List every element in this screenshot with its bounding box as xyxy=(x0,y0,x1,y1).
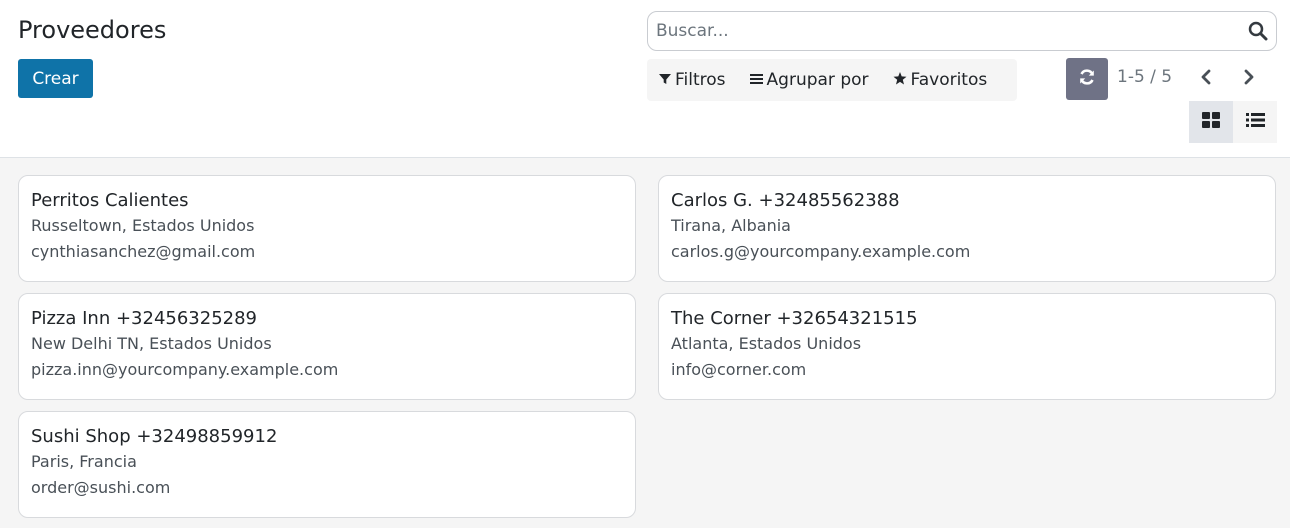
card-location: Tirana, Albania xyxy=(671,216,791,235)
create-button[interactable]: Crear xyxy=(18,59,93,98)
search-options-bar: Filtros Agrupar por Favoritos xyxy=(647,59,1017,101)
page-title: Proveedores xyxy=(18,16,167,44)
card-name: Carlos G. +32485562388 xyxy=(671,190,900,211)
group-by-label: Agrupar por xyxy=(766,70,869,90)
control-panel: Proveedores Crear Filtros Agrupar por xyxy=(0,0,1290,158)
card-email: cynthiasanchez@gmail.com xyxy=(31,242,256,261)
card-email: carlos.g@yourcompany.example.com xyxy=(671,242,971,261)
funnel-icon xyxy=(659,70,671,90)
favorites-button[interactable]: Favoritos xyxy=(893,70,988,90)
card-email: order@sushi.com xyxy=(31,478,171,497)
kanban-card[interactable]: Carlos G. +32485562388 Tirana, Albania c… xyxy=(658,175,1276,282)
star-icon xyxy=(893,70,907,90)
search-input[interactable] xyxy=(656,12,1236,50)
view-switcher xyxy=(1189,101,1277,143)
card-location: Atlanta, Estados Unidos xyxy=(671,334,862,353)
card-email: pizza.inn@yourcompany.example.com xyxy=(31,360,339,379)
card-name: The Corner +32654321515 xyxy=(671,308,918,329)
favorites-label: Favoritos xyxy=(910,70,988,90)
grid-icon xyxy=(1202,112,1220,132)
refresh-icon xyxy=(1078,68,1096,90)
kanban-card[interactable]: Perritos Calientes Russeltown, Estados U… xyxy=(18,175,636,282)
filters-label: Filtros xyxy=(675,70,726,90)
kanban-card[interactable]: Sushi Shop +32498859912 Paris, Francia o… xyxy=(18,411,636,518)
group-by-button[interactable]: Agrupar por xyxy=(749,70,869,90)
filters-button[interactable]: Filtros xyxy=(659,70,726,90)
search-icon[interactable] xyxy=(1248,21,1268,41)
search-box[interactable] xyxy=(647,11,1277,51)
list-icon xyxy=(1245,112,1265,132)
chevron-left-icon xyxy=(1200,69,1212,89)
card-location: Russeltown, Estados Unidos xyxy=(31,216,255,235)
pager-previous-button[interactable] xyxy=(1194,66,1218,92)
kanban-view-button[interactable] xyxy=(1189,101,1233,143)
card-location: Paris, Francia xyxy=(31,452,137,471)
chevron-right-icon xyxy=(1243,69,1255,89)
reload-button[interactable] xyxy=(1066,58,1108,100)
kanban-card[interactable]: The Corner +32654321515 Atlanta, Estados… xyxy=(658,293,1276,400)
card-name: Sushi Shop +32498859912 xyxy=(31,426,278,447)
bars-icon xyxy=(749,70,763,90)
kanban-card[interactable]: Pizza Inn +32456325289 New Delhi TN, Est… xyxy=(18,293,636,400)
pager-next-button[interactable] xyxy=(1237,66,1261,92)
pager-value[interactable]: 1-5 / 5 xyxy=(1117,67,1172,87)
card-email: info@corner.com xyxy=(671,360,807,379)
card-name: Perritos Calientes xyxy=(31,190,189,211)
card-name: Pizza Inn +32456325289 xyxy=(31,308,258,329)
list-view-button[interactable] xyxy=(1233,101,1277,143)
card-location: New Delhi TN, Estados Unidos xyxy=(31,334,272,353)
